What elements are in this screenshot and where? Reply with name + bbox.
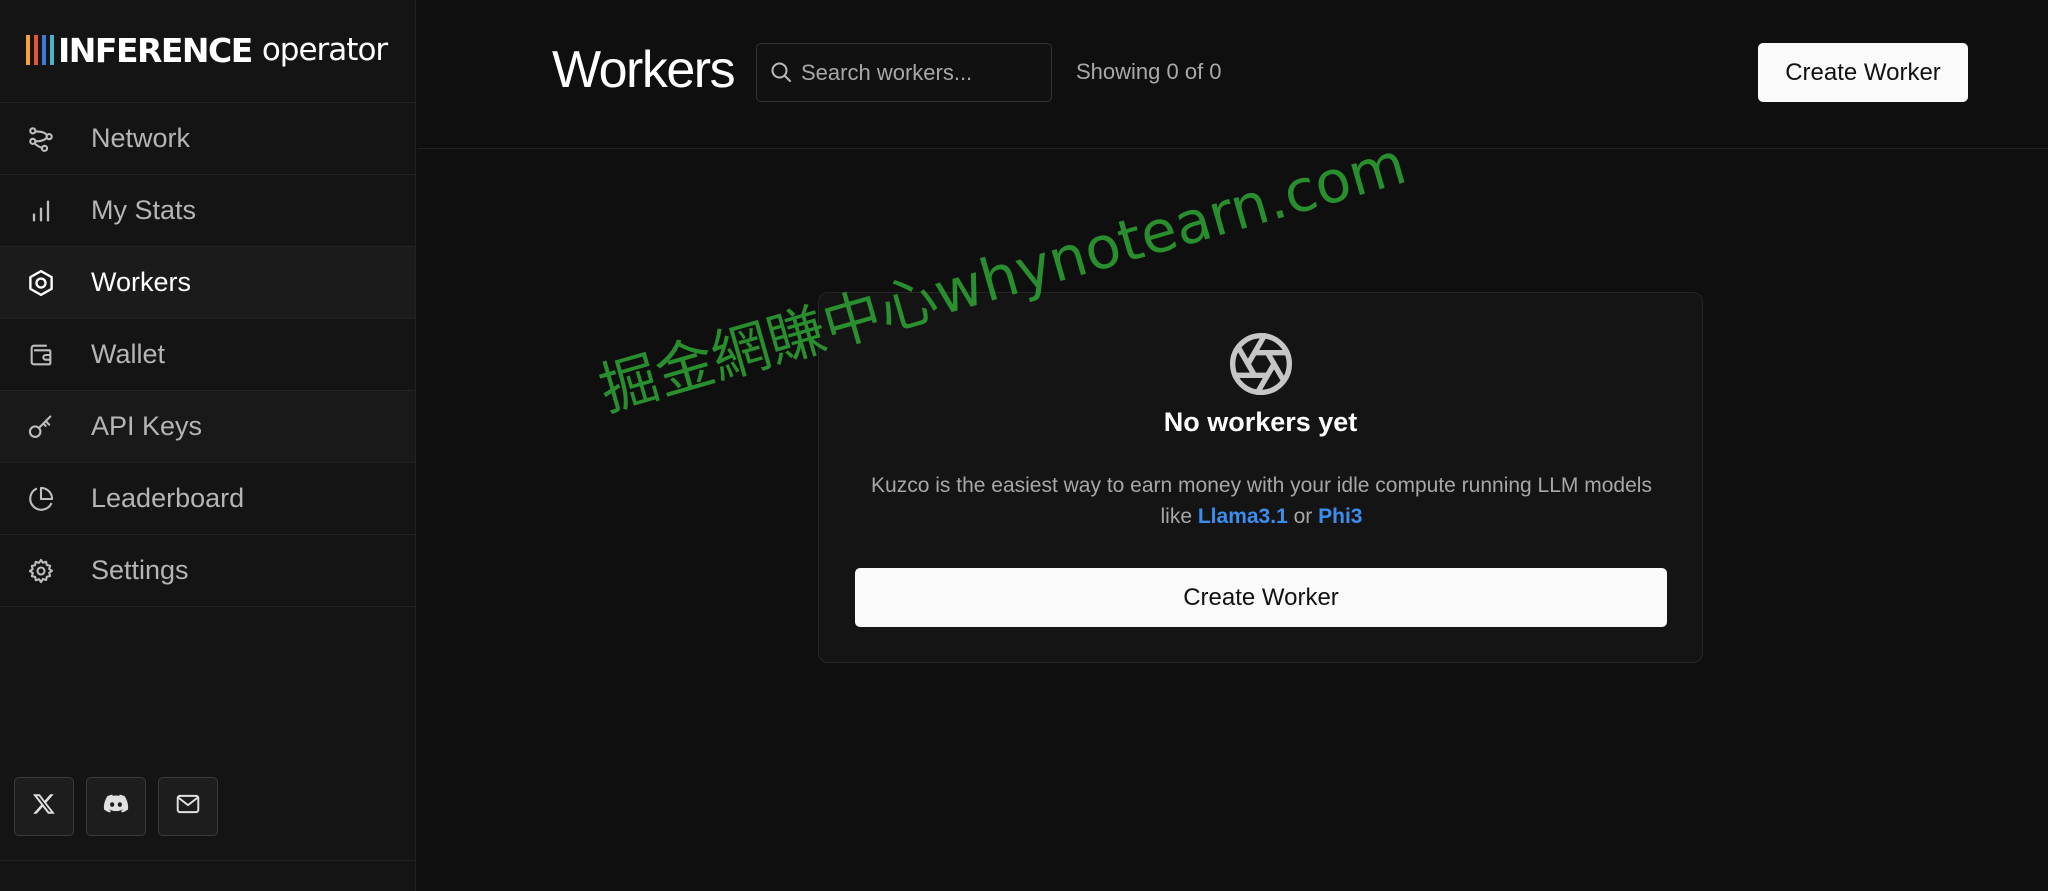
- page-title: Workers: [552, 41, 736, 99]
- search-icon: [769, 60, 795, 86]
- sidebar-item-my-stats[interactable]: My Stats: [0, 175, 415, 247]
- bar-chart-icon: [26, 196, 56, 226]
- mail-icon: [175, 791, 201, 822]
- discord-button[interactable]: [86, 777, 146, 836]
- sidebar-item-label: Leaderboard: [91, 483, 245, 513]
- llama-link[interactable]: Llama3.1: [1198, 505, 1288, 528]
- results-count: Showing 0 of 0: [1076, 59, 1222, 84]
- logo-subtitle: operator: [261, 32, 388, 68]
- sidebar-item-wallet[interactable]: Wallet: [0, 319, 415, 391]
- empty-state-card: No workers yet Kuzco is the easiest way …: [818, 292, 1703, 663]
- create-worker-main-button[interactable]: Create Worker: [855, 568, 1667, 627]
- x-icon: [31, 791, 57, 822]
- sidebar: INFERENCE operator Network My Stats Work…: [0, 0, 416, 891]
- gear-icon: [26, 556, 56, 586]
- sidebar-item-leaderboard[interactable]: Leaderboard: [0, 463, 415, 535]
- empty-state-title: No workers yet: [1163, 407, 1358, 437]
- phi-link[interactable]: Phi3: [1318, 505, 1362, 528]
- wallet-icon: [26, 340, 56, 370]
- hexagon-icon: [26, 268, 56, 298]
- sidebar-item-settings[interactable]: Settings: [0, 535, 415, 607]
- page-header: Workers Showing 0 of 0 Create Worker: [417, 0, 2048, 149]
- sidebar-item-label: Settings: [91, 555, 189, 585]
- aperture-icon: [1227, 330, 1295, 398]
- logo-mark: [26, 35, 54, 65]
- discord-icon: [102, 790, 130, 823]
- network-icon: [26, 124, 56, 154]
- sidebar-item-api-keys[interactable]: API Keys: [0, 391, 415, 463]
- sidebar-nav: Network My Stats Workers Wallet API Keys…: [0, 102, 415, 607]
- empty-state-description: Kuzco is the easiest way to earn money w…: [859, 470, 1664, 532]
- x-button[interactable]: [14, 777, 74, 836]
- sidebar-footer: [0, 860, 415, 891]
- key-icon: [26, 412, 56, 442]
- logo[interactable]: INFERENCE operator: [26, 30, 388, 70]
- logo-bar: [50, 35, 54, 65]
- mail-button[interactable]: [158, 777, 218, 836]
- create-worker-button[interactable]: Create Worker: [1758, 43, 1968, 102]
- sidebar-item-label: Wallet: [91, 339, 166, 369]
- sidebar-item-label: API Keys: [91, 411, 203, 441]
- logo-bar: [42, 35, 46, 65]
- logo-bar: [34, 35, 38, 65]
- pie-chart-icon: [26, 484, 56, 514]
- search-box[interactable]: [756, 43, 1052, 102]
- sidebar-item-workers[interactable]: Workers: [0, 247, 415, 319]
- search-input[interactable]: [801, 59, 1041, 86]
- description-text: or: [1293, 505, 1313, 528]
- sidebar-item-label: Workers: [91, 267, 192, 297]
- social-links: [14, 777, 218, 836]
- sidebar-item-network[interactable]: Network: [0, 103, 415, 175]
- sidebar-item-label: Network: [91, 123, 191, 153]
- logo-bar: [26, 35, 30, 65]
- sidebar-item-label: My Stats: [91, 195, 197, 225]
- logo-brand: INFERENCE: [58, 30, 253, 70]
